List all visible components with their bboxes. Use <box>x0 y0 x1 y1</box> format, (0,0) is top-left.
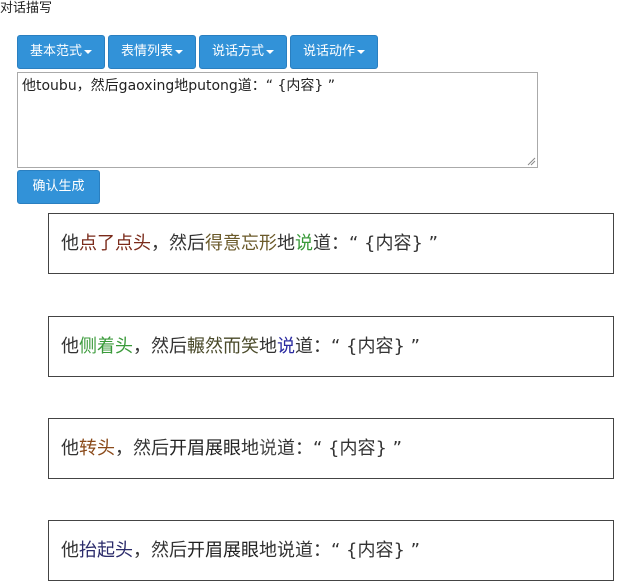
result-segment: ，然后 <box>133 336 187 357</box>
speaking-action-dropdown[interactable]: 说话动作 <box>290 35 379 69</box>
result-segment: 道：“ {内容} ” <box>313 233 438 254</box>
template-text: 他toubu，然后gaoxing地putong道：“ {内容} ” <box>22 78 336 94</box>
result-segment: ，然后 <box>115 438 169 459</box>
result-segment: 他 <box>61 233 79 254</box>
dropdown-label: 说话动作 <box>303 44 356 59</box>
result-segment: 輾然而笑 <box>187 336 259 357</box>
toolbar: 基本范式 表情列表 说话方式 说话动作 <box>17 35 381 69</box>
result-segment: 他 <box>61 438 79 459</box>
caret-down-icon <box>175 49 184 54</box>
result-box: 他侧着头，然后輾然而笑地说道：“ {内容} ” <box>48 316 614 377</box>
result-segment: 说 <box>295 233 313 254</box>
result-segment: 道：“ {内容} ” <box>295 540 420 561</box>
speaking-manner-dropdown[interactable]: 说话方式 <box>199 35 288 69</box>
result-segment: 转头 <box>79 438 115 459</box>
result-segment: 得意忘形 <box>205 233 277 254</box>
caret-down-icon <box>266 49 275 54</box>
page-title: 对话描写 <box>0 1 53 16</box>
result-segment: 开眉展眼 <box>169 438 241 459</box>
expression-list-dropdown[interactable]: 表情列表 <box>108 35 197 69</box>
caret-down-icon <box>84 49 93 54</box>
dropdown-label: 说话方式 <box>212 44 265 59</box>
result-segment: 侧着头 <box>79 336 133 357</box>
result-box: 他点了点头，然后得意忘形地说道：“ {内容} ” <box>48 213 614 274</box>
result-segment: 地 <box>259 336 277 357</box>
result-segment: 点了点头 <box>79 233 151 254</box>
result-segment: 道：“ {内容} ” <box>277 438 402 459</box>
result-segment: 说 <box>259 438 277 459</box>
resize-grip-icon[interactable] <box>527 157 536 166</box>
result-box: 他抬起头，然后开眉展眼地说道：“ {内容} ” <box>48 520 614 581</box>
result-segment: 他 <box>61 540 79 561</box>
result-segment: 地 <box>241 438 259 459</box>
result-segment: ，然后 <box>151 233 205 254</box>
result-segment: ，然后 <box>133 540 187 561</box>
basic-pattern-dropdown[interactable]: 基本范式 <box>17 35 106 69</box>
result-segment: 地 <box>277 233 295 254</box>
result-segment: 道：“ {内容} ” <box>295 336 420 357</box>
result-segment: 抬起头 <box>79 540 133 561</box>
dropdown-label: 表情列表 <box>121 44 174 59</box>
caret-down-icon <box>357 49 366 54</box>
result-box: 他转头，然后开眉展眼地说道：“ {内容} ” <box>48 418 614 479</box>
confirm-generate-button[interactable]: 确认生成 <box>17 170 100 204</box>
result-segment: 他 <box>61 336 79 357</box>
result-segment: 开眉展眼 <box>187 540 259 561</box>
result-segment: 地 <box>259 540 277 561</box>
result-segment: 说 <box>277 540 295 561</box>
result-segment: 说 <box>277 336 295 357</box>
template-textarea[interactable]: 他toubu，然后gaoxing地putong道：“ {内容} ” <box>17 72 538 168</box>
dropdown-label: 基本范式 <box>30 44 83 59</box>
